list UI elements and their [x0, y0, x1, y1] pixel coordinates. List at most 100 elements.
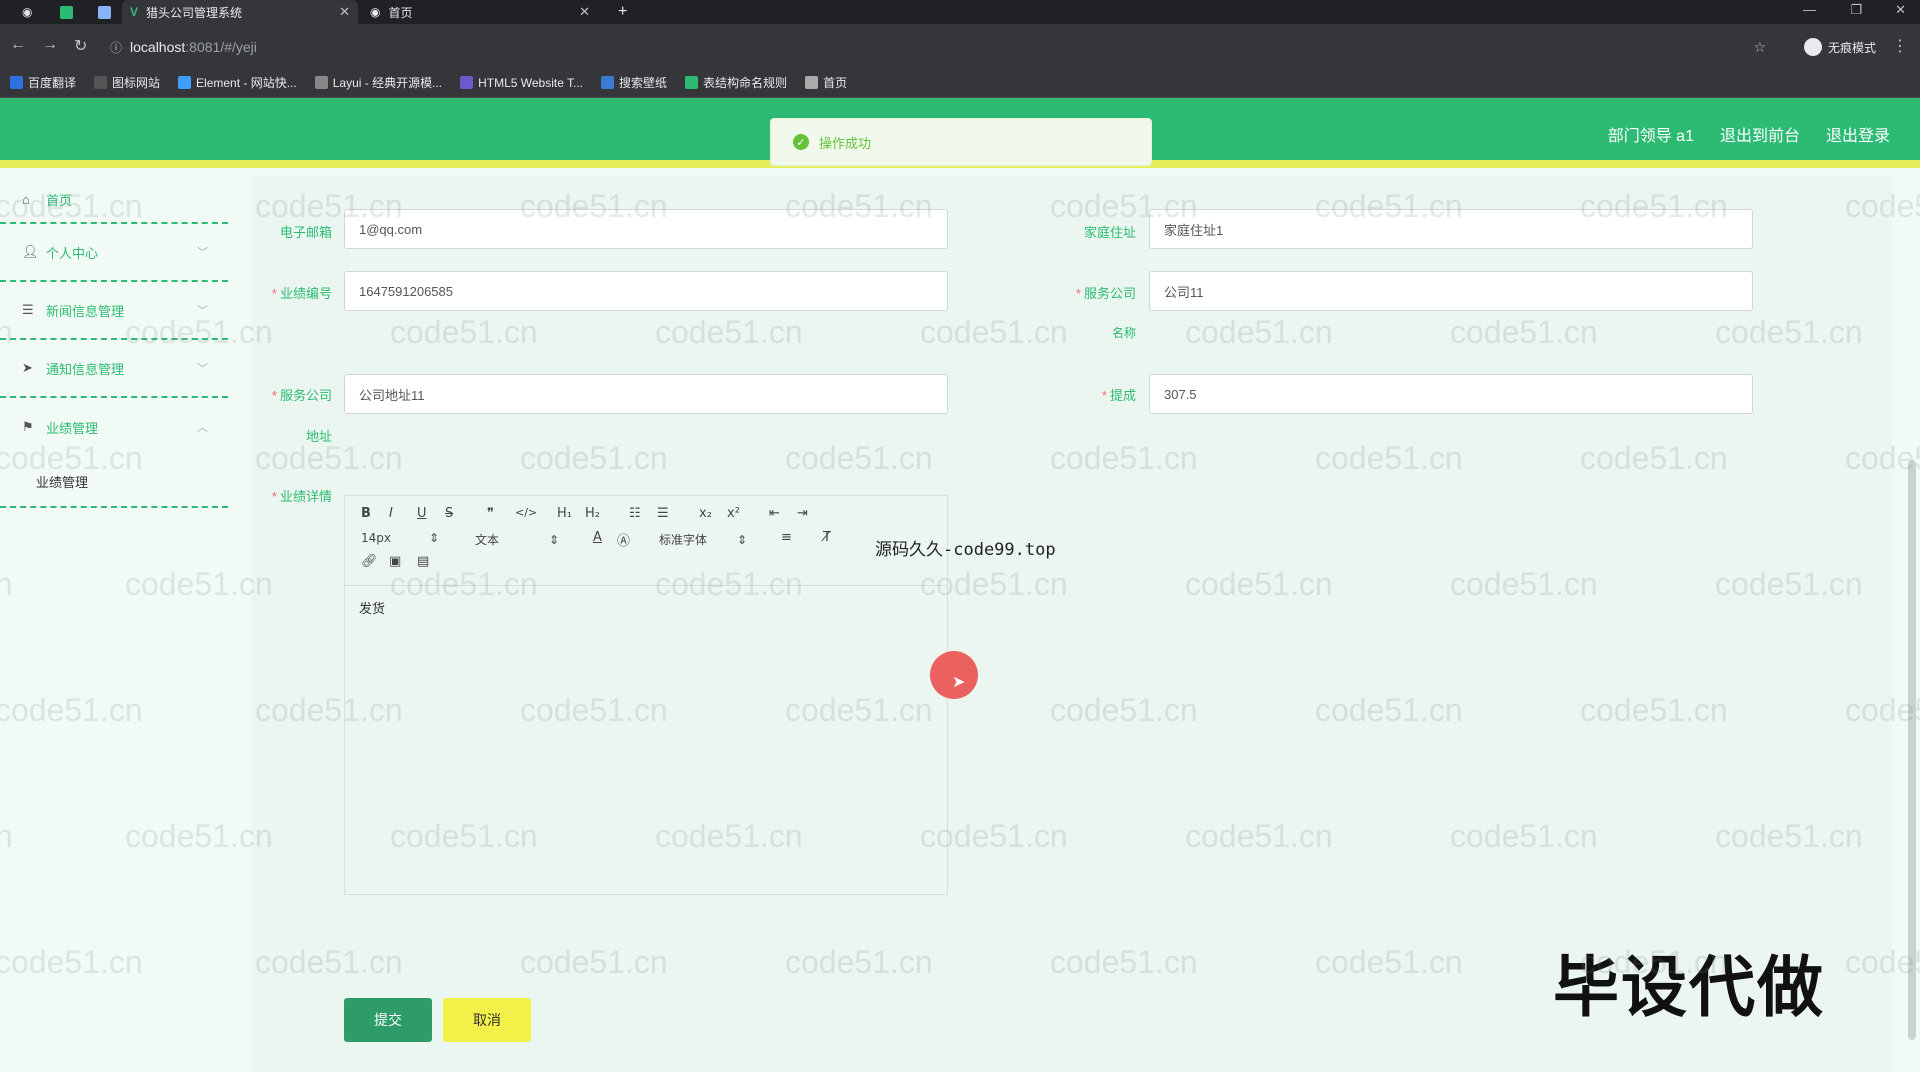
sidebar-item-profile[interactable]: 👤︎ 个人中心 ﹀ — [0, 224, 228, 282]
menu-kebab-icon[interactable]: ⋮ — [1892, 36, 1908, 56]
email-field[interactable]: 1@qq.com — [344, 209, 948, 249]
tab-home[interactable]: ◉ 首页 ✕ — [362, 0, 598, 24]
url-field[interactable]: ⓘ localhost:8081/#/yeji ☆ — [110, 34, 1770, 60]
clear-format-icon[interactable]: T̸ — [823, 530, 831, 545]
font-size-select[interactable]: 14px ⇕ — [361, 531, 439, 545]
minimize-icon[interactable]: — — [1803, 2, 1816, 17]
star-icon[interactable]: ☆ — [1753, 39, 1766, 56]
detail-label: * 业绩详情 — [271, 489, 332, 504]
source-note: 源码久久-code99.top — [875, 540, 1056, 560]
rich-text-editor: B I U S ❞ </> H₁ H₂ ☷ ☰ x₂ x² ⇤ ⇥ 14px ⇕ … — [344, 495, 948, 895]
address-label: 家庭住址 — [1083, 225, 1136, 240]
sidebar-item-news[interactable]: ☰ 新闻信息管理 ﹀ — [0, 282, 228, 340]
sidebar-item-label: 个人中心 — [46, 245, 99, 261]
browser-favicon: ◉ — [22, 5, 33, 19]
bookmark-icon — [460, 76, 474, 89]
tab-active[interactable]: V 猎头公司管理系统 ✕ — [122, 0, 358, 24]
address-bar-row: ← → ↻ ⓘ localhost:8081/#/yeji ☆ 无痕模式 ⋮ — [0, 24, 1920, 70]
header-select[interactable]: 文本 ⇕ — [475, 531, 559, 548]
browser-tabbar: ◉ V 猎头公司管理系统 ✕ ◉ 首页 ✕ + — ❐ ✕ — [0, 0, 1920, 24]
ordered-list-icon[interactable]: ☷ — [629, 506, 641, 521]
submit-button[interactable]: 提交 — [344, 998, 432, 1042]
bookmark-item[interactable]: HTML5 Website T... — [460, 76, 583, 90]
company-name-label: * 服务公司 — [1075, 286, 1136, 301]
bookmark-label: 首页 — [823, 76, 848, 90]
align-icon[interactable]: ≡ — [781, 530, 792, 545]
sidebar-subitem-performance[interactable]: 业绩管理 — [0, 456, 228, 508]
chevron-down-icon: ﹀ — [197, 363, 208, 375]
outdent-icon[interactable]: ⇤ — [769, 506, 780, 521]
current-user: 部门领导 a1 — [1607, 128, 1694, 145]
incognito-badge[interactable]: 无痕模式 — [1803, 38, 1876, 56]
strike-icon[interactable]: S — [445, 506, 453, 521]
underline-icon[interactable]: U — [417, 506, 427, 521]
superscript-icon[interactable]: x² — [727, 506, 740, 521]
image-icon[interactable]: ▣ — [389, 554, 401, 569]
italic-icon[interactable]: I — [389, 506, 393, 521]
sidebar-item-home[interactable]: ⌂ 首页 — [0, 176, 228, 224]
close-icon[interactable]: ✕ — [579, 4, 590, 20]
indent-icon[interactable]: ⇥ — [797, 506, 808, 521]
link-icon[interactable]: 🔗︎ — [361, 554, 378, 569]
user-icon: 👤︎ — [22, 244, 39, 259]
bookmark-label: 搜索壁纸 — [619, 76, 668, 90]
logout-link[interactable]: 退出登录 — [1826, 122, 1890, 146]
pinned-tab[interactable] — [52, 0, 81, 24]
bookmark-item[interactable]: 百度翻译 — [10, 74, 76, 91]
cursor-icon: ➤ — [952, 674, 966, 691]
tab-label: 首页 — [388, 5, 413, 20]
code-icon[interactable]: </> — [515, 506, 537, 519]
bookmark-label: Element - 网站快... — [196, 76, 297, 90]
bookmark-item[interactable]: Layui - 经典开源模... — [314, 74, 442, 91]
h2-icon[interactable]: H₂ — [585, 506, 600, 521]
incognito-icon — [1803, 38, 1822, 56]
bookmark-item[interactable]: 图标网站 — [94, 74, 160, 91]
font-family-select[interactable]: 标准字体 ⇕ — [659, 531, 747, 548]
commission-field[interactable]: 307.5 — [1149, 374, 1753, 414]
sidebar-item-label: 通知信息管理 — [46, 361, 125, 377]
bookmark-item[interactable]: 首页 — [805, 74, 847, 91]
bookmark-label: 表结构命名规则 — [703, 76, 788, 90]
back-icon[interactable]: ← — [10, 36, 26, 54]
to-front-link[interactable]: 退出到前台 — [1720, 122, 1800, 146]
bookmark-label: 百度翻译 — [28, 76, 77, 90]
sidebar-item-performance[interactable]: ⚑ 业绩管理 ︿ — [0, 398, 228, 456]
url-host: localhost — [130, 39, 186, 55]
chevron-down-icon: ﹀ — [197, 305, 208, 317]
font-color-icon[interactable]: A — [593, 530, 602, 545]
perf-no-field[interactable]: 1647591206585 — [344, 271, 948, 311]
subscript-icon[interactable]: x₂ — [699, 506, 712, 521]
restore-icon[interactable]: ❐ — [1850, 2, 1862, 18]
bg-color-icon[interactable]: Ⓐ — [617, 530, 630, 549]
vue-icon: V — [130, 5, 139, 19]
sidebar-item-label: 新闻信息管理 — [46, 303, 125, 319]
pinned-tab-2[interactable] — [90, 0, 119, 24]
new-tab-icon[interactable]: + — [610, 0, 635, 24]
cancel-button[interactable]: 取消 — [443, 998, 531, 1042]
company-addr-field[interactable]: 公司地址11 — [344, 374, 948, 414]
bullet-list-icon[interactable]: ☰ — [657, 506, 669, 521]
info-icon: ⓘ — [110, 40, 123, 55]
company-name-field[interactable]: 公司11 — [1149, 271, 1753, 311]
perf-no-label: * 业绩编号 — [271, 286, 332, 301]
bookmark-item[interactable]: Element - 网站快... — [178, 74, 297, 91]
reload-icon[interactable]: ↻ — [74, 36, 87, 56]
bookmark-item[interactable]: 搜索壁纸 — [601, 74, 667, 91]
video-icon[interactable]: ▤ — [417, 554, 429, 569]
forward-icon[interactable]: → — [42, 36, 58, 54]
bold-icon[interactable]: B — [361, 506, 371, 521]
commission-label: * 提成 — [1101, 388, 1136, 403]
scrollbar[interactable] — [1908, 460, 1916, 1040]
h1-icon[interactable]: H₁ — [557, 506, 572, 521]
sidebar-item-notice[interactable]: ➤ 通知信息管理 ﹀ — [0, 340, 228, 398]
close-icon[interactable]: ✕ — [339, 4, 350, 20]
quote-icon[interactable]: ❞ — [487, 506, 494, 521]
address-field[interactable]: 家庭住址1 — [1149, 209, 1753, 249]
url-path: :8081/#/yeji — [185, 39, 257, 55]
sidebar: ⌂ 首页 👤︎ 个人中心 ﹀ ☰ 新闻信息管理 ﹀ ➤ 通知信息管理 ﹀ ⚑ 业… — [0, 176, 228, 1072]
bookmark-item[interactable]: 表结构命名规则 — [685, 74, 787, 91]
window-close-icon[interactable]: ✕ — [1895, 2, 1906, 18]
bookmark-label: 图标网站 — [112, 76, 161, 90]
editor-content[interactable]: 发货 — [345, 586, 947, 629]
sidebar-subitem-label: 业绩管理 — [36, 474, 89, 490]
